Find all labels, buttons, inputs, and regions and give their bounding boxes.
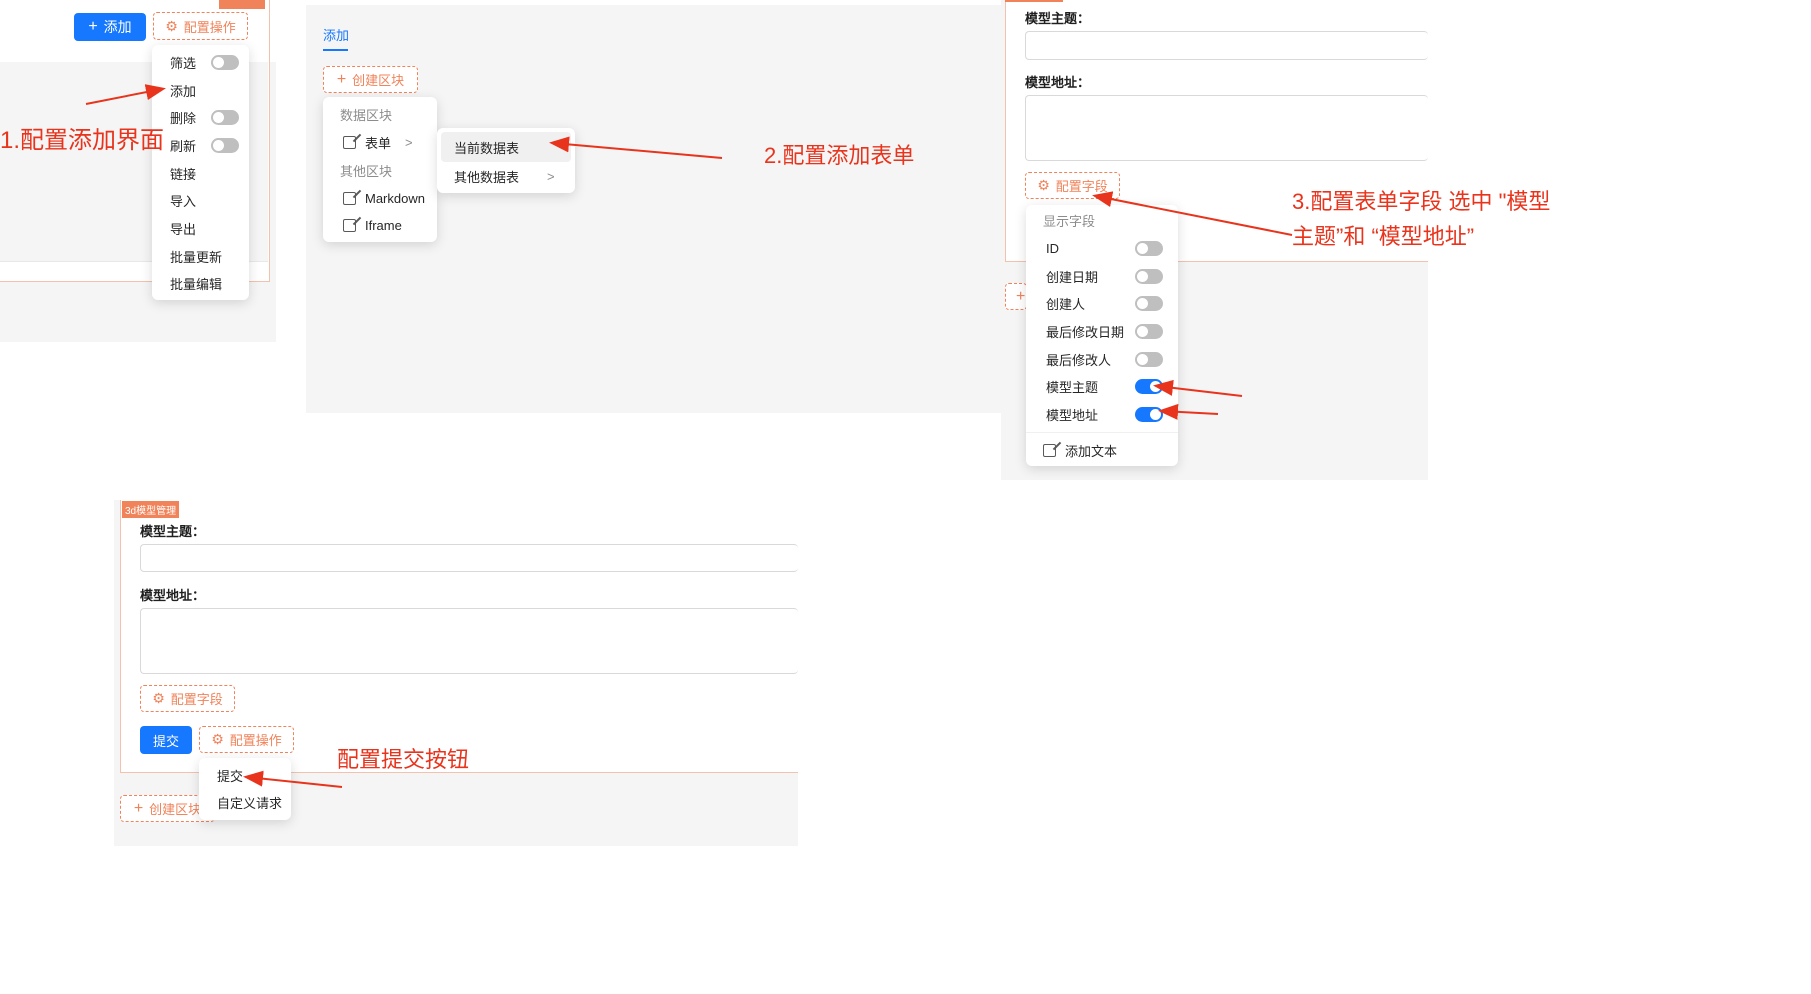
arrow-to-model-address-toggle (1158, 403, 1219, 420)
arrow-to-submit-item (243, 770, 343, 788)
arrow-to-current-collection (549, 136, 723, 159)
arrow-to-model-topic-toggle (1153, 379, 1243, 397)
arrow-to-config-fields (1092, 191, 1293, 236)
arrow-to-add-menu-item (85, 84, 166, 105)
annotation-arrows (85, 84, 1293, 788)
